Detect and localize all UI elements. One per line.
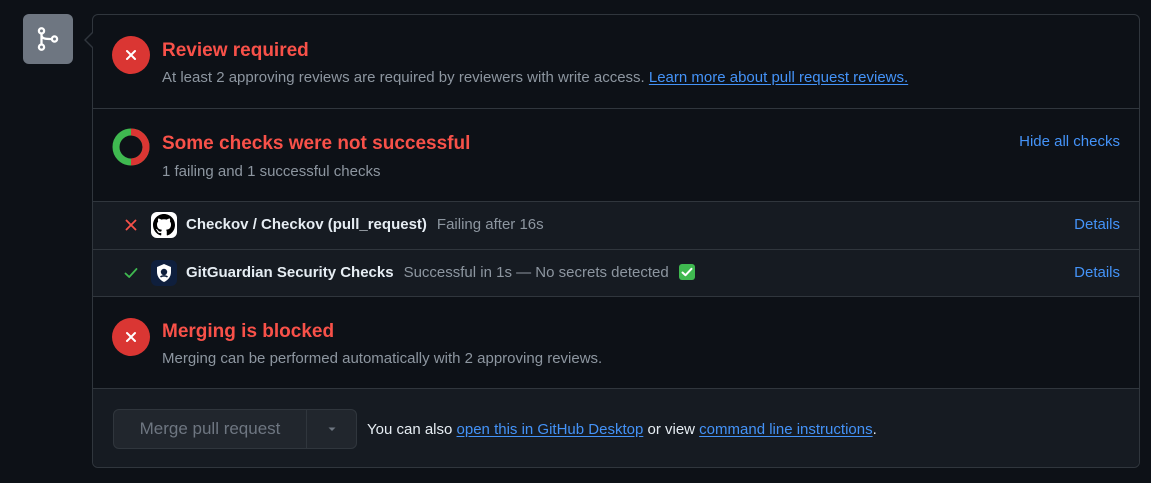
command-line-instructions-link[interactable]: command line instructions bbox=[699, 421, 872, 438]
check-icon bbox=[124, 268, 138, 278]
gitguardian-logo-icon bbox=[151, 260, 177, 286]
check-description: Failing after 16s bbox=[436, 216, 544, 233]
footer-prefix: You can also bbox=[367, 421, 453, 438]
git-merge-icon-svg bbox=[37, 27, 59, 51]
footer-text: You can also open this in GitHub Desktop… bbox=[367, 421, 877, 438]
check-description: Successful in 1s — No secrets detected bbox=[403, 264, 669, 281]
merge-status-panel: Review required At least 2 approving rev… bbox=[86, 14, 1140, 468]
check-row-checkov: Checkov / Checkov (pull_request) Failing … bbox=[93, 202, 1139, 249]
x-icon bbox=[125, 219, 137, 231]
panel-pointer-inner bbox=[86, 33, 93, 47]
merging-section: Merging is blocked Merging can be perfor… bbox=[93, 297, 1139, 388]
checks-section: Some checks were not successful 1 failin… bbox=[93, 109, 1139, 201]
review-section: Review required At least 2 approving rev… bbox=[93, 15, 1139, 108]
github-logo-icon bbox=[151, 212, 177, 238]
merge-options-dropdown[interactable] bbox=[307, 410, 356, 448]
checks-subtitle: 1 failing and 1 successful checks bbox=[162, 163, 381, 180]
merging-x-icon bbox=[112, 318, 150, 356]
review-title: Review required bbox=[162, 40, 309, 61]
git-merge-icon bbox=[23, 14, 73, 64]
check-mark-svg bbox=[681, 267, 693, 277]
footer-suffix: . bbox=[872, 421, 877, 438]
green-check-emoji-icon bbox=[678, 264, 695, 280]
review-x-icon bbox=[112, 36, 150, 74]
review-subtitle-text: At least 2 approving reviews are require… bbox=[162, 69, 645, 86]
review-subtitle: At least 2 approving reviews are require… bbox=[162, 69, 908, 86]
check-name-text: Checkov / Checkov (pull_request) bbox=[186, 216, 427, 233]
merging-subtitle: Merging can be performed automatically w… bbox=[162, 350, 603, 367]
check-name: GitGuardian Security Checks Successful in… bbox=[186, 264, 695, 281]
checks-donut-icon bbox=[112, 128, 150, 166]
merge-pull-request-button[interactable]: Merge pull request bbox=[114, 410, 307, 448]
merge-footer: Merge pull request You can also open thi… bbox=[93, 389, 1139, 467]
merging-title: Merging is blocked bbox=[162, 321, 335, 342]
triangle-down-icon bbox=[328, 427, 335, 431]
check-name: Checkov / Checkov (pull_request) Failing … bbox=[186, 216, 544, 233]
check-row-gitguardian: GitGuardian Security Checks Successful in… bbox=[93, 250, 1139, 297]
check-name-text: GitGuardian Security Checks bbox=[186, 264, 394, 281]
x-icon bbox=[126, 50, 136, 60]
details-link[interactable]: Details bbox=[1074, 264, 1120, 281]
hide-all-checks-link[interactable]: Hide all checks bbox=[1019, 133, 1120, 150]
footer-middle: or view bbox=[647, 421, 695, 438]
github-desktop-link[interactable]: open this in GitHub Desktop bbox=[457, 421, 644, 438]
github-logo-svg bbox=[153, 214, 175, 236]
pull-request-merge-box: Review required At least 2 approving rev… bbox=[0, 0, 1151, 483]
merge-pull-request-button-group: Merge pull request bbox=[113, 409, 357, 449]
details-link[interactable]: Details bbox=[1074, 216, 1120, 233]
checks-title: Some checks were not successful bbox=[162, 133, 471, 154]
x-icon bbox=[126, 332, 136, 342]
learn-more-link[interactable]: Learn more about pull request reviews. bbox=[649, 69, 908, 86]
gitguardian-logo-svg bbox=[157, 264, 171, 282]
